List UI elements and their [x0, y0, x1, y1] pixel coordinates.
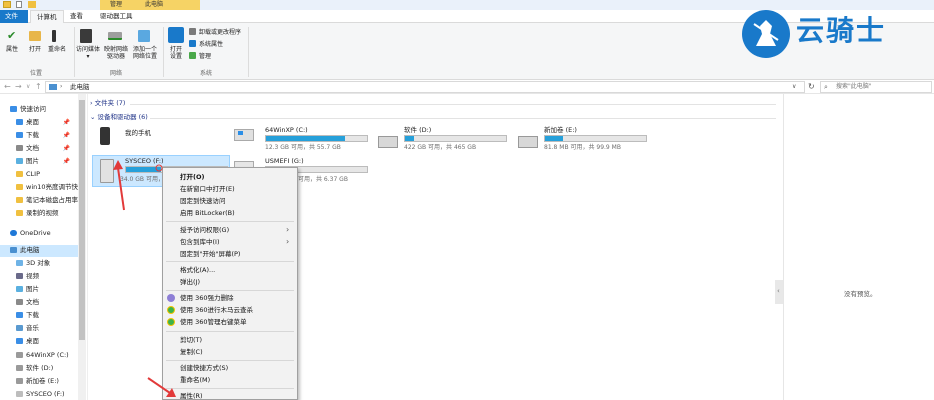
arrowhead-icon: [113, 160, 123, 170]
knight-logo-icon: [753, 20, 779, 46]
brand-watermark-text: 云骑士: [796, 14, 887, 47]
annotation-arrow: [117, 167, 125, 211]
annotation-arrows: [113, 160, 176, 397]
cursor-click-marker: [155, 164, 163, 172]
annotation-arrow: [147, 377, 171, 394]
